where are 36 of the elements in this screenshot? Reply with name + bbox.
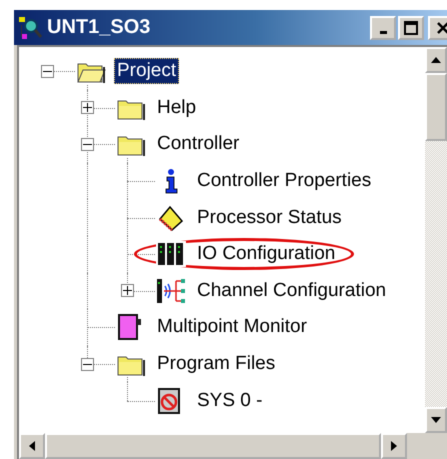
- scroll-thumb[interactable]: [45, 433, 381, 459]
- tree-item[interactable]: Controller: [154, 131, 242, 158]
- collapse-toggle[interactable]: [41, 64, 54, 78]
- expand-toggle[interactable]: [81, 101, 94, 114]
- tree-item[interactable]: SYS 0 -: [194, 388, 266, 414]
- down-arrow-icon: [431, 417, 441, 423]
- scroll-thumb[interactable]: [425, 73, 447, 141]
- tree-item[interactable]: Multipoint Monitor: [154, 314, 310, 340]
- scroll-right-button[interactable]: [381, 433, 407, 459]
- expand-toggle[interactable]: [121, 284, 134, 298]
- tree-item[interactable]: Program Files: [154, 351, 278, 378]
- tree-item[interactable]: Controller Properties: [194, 168, 374, 194]
- right-arrow-icon: [391, 441, 397, 451]
- collapse-toggle[interactable]: [81, 358, 94, 371]
- minimize-button[interactable]: [370, 16, 396, 40]
- scroll-down-button[interactable]: [425, 407, 447, 433]
- minimize-icon: [380, 30, 386, 34]
- tree-item[interactable]: Project: [114, 58, 180, 84]
- up-arrow-icon: [431, 57, 441, 63]
- tree-item[interactable]: Help: [154, 94, 200, 121]
- tree-item[interactable]: Channel Configuration: [194, 278, 390, 304]
- scroll-up-button[interactable]: [425, 47, 447, 73]
- tree-item[interactable]: Processor Status: [194, 204, 345, 231]
- app-icon: [17, 14, 43, 40]
- left-arrow-icon: [29, 441, 35, 451]
- collapse-toggle[interactable]: [81, 138, 94, 151]
- io-modules-icon: [156, 241, 186, 268]
- window-title: UNT1_SO3: [47, 16, 152, 39]
- plus-icon: [123, 286, 132, 296]
- maximize-button[interactable]: [398, 16, 424, 40]
- maximize-icon: [404, 20, 418, 34]
- tree-item[interactable]: IO Configuration: [194, 241, 338, 268]
- scroll-left-button[interactable]: [19, 433, 45, 459]
- vertical-scrollbar[interactable]: [425, 47, 447, 433]
- plus-icon: [83, 103, 92, 112]
- close-icon: [436, 20, 447, 34]
